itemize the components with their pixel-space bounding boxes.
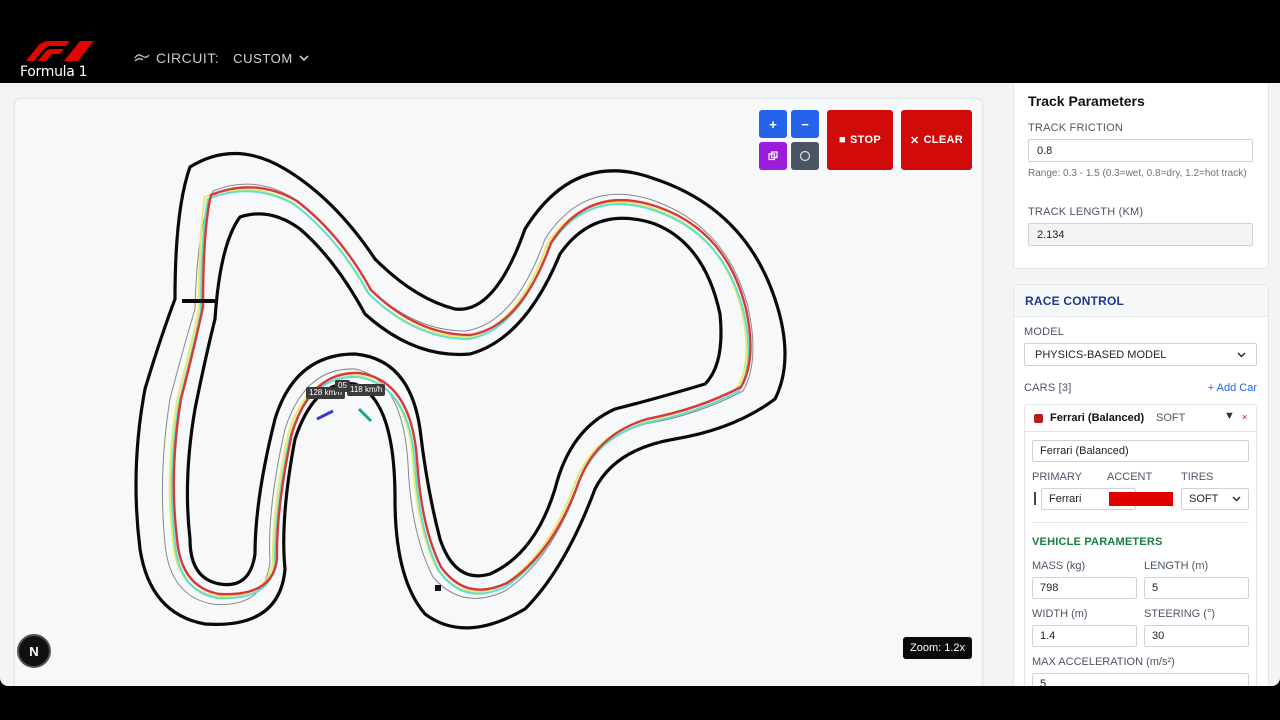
car-marker[interactable] bbox=[357, 407, 373, 423]
mass-input[interactable]: 798 bbox=[1032, 577, 1137, 599]
collapse-toggle-icon[interactable]: ▼ bbox=[1224, 410, 1235, 422]
max-acceleration-label: MAX ACCELERATION (m/s²) bbox=[1032, 656, 1175, 668]
copy-button[interactable] bbox=[759, 142, 787, 170]
circuit-label: CIRCUIT: bbox=[156, 50, 220, 66]
race-control-header: RACE CONTROL bbox=[1014, 285, 1268, 317]
steering-label: STEERING (°) bbox=[1144, 608, 1216, 620]
chevron-down-icon bbox=[299, 55, 309, 62]
close-icon: ✕ bbox=[910, 134, 920, 147]
track-length-field: 2.134 bbox=[1028, 223, 1253, 246]
track-length-label: TRACK LENGTH (KM) bbox=[1028, 206, 1144, 218]
f1-logo-icon bbox=[26, 41, 94, 61]
chevron-down-icon bbox=[1232, 496, 1241, 502]
right-sidebar: Track Parameters TRACK FRICTION 0.8 Rang… bbox=[1004, 83, 1274, 686]
circuit-value: CUSTOM bbox=[233, 50, 293, 66]
vehicle-parameters-title: VEHICLE PARAMETERS bbox=[1032, 536, 1163, 548]
reset-view-button[interactable] bbox=[791, 142, 819, 170]
track-parameters-title: Track Parameters bbox=[1028, 93, 1145, 109]
accent-label: ACCENT bbox=[1107, 471, 1153, 483]
zoom-in-button[interactable]: + bbox=[759, 110, 787, 138]
length-input[interactable]: 5 bbox=[1144, 577, 1249, 599]
bottom-letterbox bbox=[0, 686, 1280, 720]
circle-icon bbox=[799, 150, 811, 162]
add-car-button[interactable]: + Add Car bbox=[1208, 382, 1257, 394]
main-area: + − ■ STOP ✕ CLEAR 128 km/h 05 118 km/h … bbox=[0, 83, 1280, 686]
steering-input[interactable]: 30 bbox=[1144, 625, 1249, 647]
stop-button[interactable]: ■ STOP bbox=[827, 110, 893, 170]
primary-color-swatch[interactable] bbox=[1034, 492, 1036, 505]
stop-icon: ■ bbox=[839, 134, 846, 146]
top-header: Formula 1 CIRCUIT: CUSTOM bbox=[0, 34, 1280, 82]
car-marker[interactable] bbox=[316, 409, 334, 421]
max-acceleration-input[interactable]: 5 bbox=[1032, 673, 1249, 686]
width-input[interactable]: 1.4 bbox=[1032, 625, 1137, 647]
car-speed-label: 118 km/h bbox=[347, 384, 386, 396]
car-marker[interactable] bbox=[435, 585, 441, 591]
divider bbox=[1032, 522, 1249, 523]
model-value: PHYSICS-BASED MODEL bbox=[1035, 348, 1167, 361]
tires-label: TIRES bbox=[1181, 471, 1214, 483]
car-color-swatch bbox=[1034, 414, 1043, 423]
circuit-selector[interactable]: CIRCUIT: CUSTOM bbox=[134, 48, 309, 68]
copy-icon bbox=[768, 151, 778, 161]
track-friction-input[interactable]: 0.8 bbox=[1028, 139, 1253, 162]
stop-label: STOP bbox=[850, 134, 881, 146]
logo-text: Formula 1 bbox=[20, 64, 88, 80]
car-tire: SOFT bbox=[1156, 412, 1186, 424]
track-drawing[interactable] bbox=[15, 99, 983, 686]
track-canvas[interactable]: + − ■ STOP ✕ CLEAR 128 km/h 05 118 km/h … bbox=[14, 98, 983, 686]
n-badge[interactable]: N bbox=[17, 634, 51, 668]
car-card: Ferrari (Balanced) SOFT ▼ × Ferrari (Bal… bbox=[1024, 404, 1257, 686]
car-header-row[interactable]: Ferrari (Balanced) SOFT ▼ × bbox=[1025, 405, 1256, 432]
cars-label: CARS [3] bbox=[1024, 382, 1072, 394]
width-label: WIDTH (m) bbox=[1032, 608, 1088, 620]
zoom-out-button[interactable]: − bbox=[791, 110, 819, 138]
mass-label: MASS (kg) bbox=[1032, 560, 1086, 572]
chevron-down-icon bbox=[1237, 352, 1246, 357]
race-control-title: RACE CONTROL bbox=[1025, 294, 1125, 308]
tires-value: SOFT bbox=[1189, 493, 1219, 505]
remove-car-button[interactable]: × bbox=[1242, 412, 1247, 422]
f1-logo[interactable]: Formula 1 bbox=[20, 40, 96, 80]
tires-select[interactable]: SOFT bbox=[1181, 488, 1249, 510]
car-name-input[interactable]: Ferrari (Balanced) bbox=[1032, 440, 1249, 462]
clear-label: CLEAR bbox=[923, 134, 963, 146]
model-select[interactable]: PHYSICS-BASED MODEL bbox=[1024, 343, 1257, 366]
primary-label: PRIMARY bbox=[1032, 471, 1082, 483]
accent-color-picker[interactable] bbox=[1109, 492, 1173, 506]
clear-button[interactable]: ✕ CLEAR bbox=[901, 110, 972, 170]
car-name: Ferrari (Balanced) bbox=[1050, 412, 1145, 424]
race-control-card: RACE CONTROL MODEL PHYSICS-BASED MODEL C… bbox=[1013, 284, 1269, 686]
circuit-icon bbox=[134, 54, 150, 62]
track-friction-hint: Range: 0.3 - 1.5 (0.3=wet, 0.8=dry, 1.2=… bbox=[1028, 168, 1247, 179]
app-window: Formula 1 CIRCUIT: CUSTOM + − ■ STOP ✕ C… bbox=[0, 0, 1280, 720]
track-friction-label: TRACK FRICTION bbox=[1028, 122, 1124, 134]
length-label: LENGTH (m) bbox=[1144, 560, 1209, 572]
zoom-level-badge: Zoom: 1.2x bbox=[903, 637, 972, 659]
model-label: MODEL bbox=[1024, 326, 1065, 338]
track-parameters-card: Track Parameters TRACK FRICTION 0.8 Rang… bbox=[1013, 83, 1269, 269]
